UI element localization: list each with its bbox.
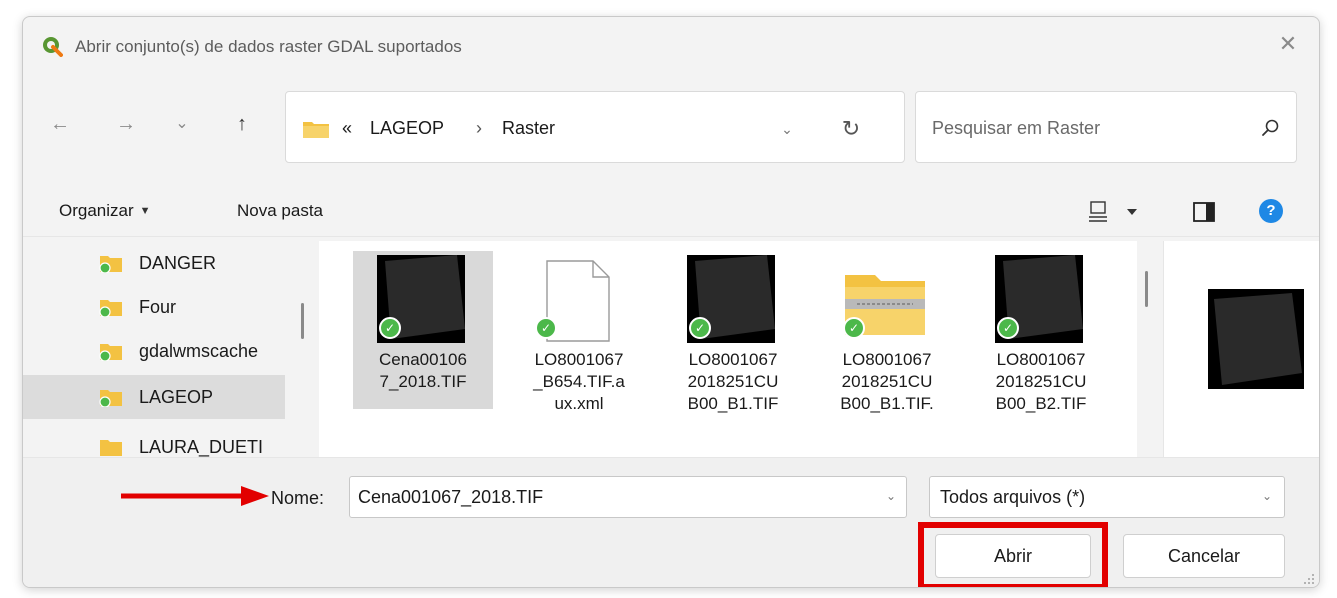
file-name: LO8001067 2018251CU B00_B2.TIF (995, 350, 1087, 413)
chevron-down-icon[interactable]: ⌄ (1262, 489, 1272, 503)
refresh-button[interactable]: ↻ (838, 116, 864, 142)
preview-pane-button[interactable] (1191, 199, 1217, 225)
file-list[interactable]: ✓ Cena00106 7_2018.TIF ✓ LO8001067 _B654… (319, 241, 1137, 457)
command-toolbar: Organizar ▼ Nova pasta ? (23, 187, 1319, 237)
filename-label: Nome: (271, 488, 325, 508)
sidebar-item-label: gdalwmscache (139, 341, 259, 361)
synced-folder-icon (99, 344, 122, 361)
up-arrow-icon: ↑ (237, 113, 247, 135)
file-item[interactable]: ✓ LO8001067 _B654.TIF.a ux.xml (509, 251, 649, 457)
sidebar-item-four[interactable]: Four (23, 285, 285, 329)
forward-button[interactable]: → (113, 111, 139, 137)
folder-icon (303, 122, 329, 138)
window-title: Abrir conjunto(s) de dados raster GDAL s… (75, 37, 462, 56)
synced-check-icon: ✓ (379, 317, 401, 339)
red-highlight-annotation (918, 522, 1108, 587)
back-button[interactable]: ← (47, 111, 73, 137)
preview-pane (1163, 241, 1319, 457)
breadcrumb-separator: › (476, 118, 482, 138)
synced-check-icon: ✓ (535, 317, 557, 339)
synced-check-icon: ✓ (997, 317, 1019, 339)
close-button[interactable]: ✕ (1275, 31, 1301, 57)
synced-folder-icon (99, 300, 122, 317)
sidebar-item-lageop[interactable]: LAGEOP (23, 375, 285, 419)
help-icon: ? (1266, 202, 1276, 219)
navigation-bar: ← → ⌄ ↑ « LAGEOP › Raster ⌄ ↻ Pesquisar … (23, 85, 1319, 163)
new-folder-button[interactable]: Nova pasta (237, 201, 323, 221)
close-icon: ✕ (1278, 31, 1298, 56)
filename-value: Cena001067_2018.TIF (358, 487, 544, 507)
organize-label: Organizar (59, 201, 134, 220)
change-view-button[interactable] (1087, 199, 1147, 225)
file-item[interactable]: ✓ LO8001067 2018251CU B00_B1.TIF (663, 251, 803, 457)
sidebar-item-label: LAURA_DUETI (139, 437, 264, 457)
synced-folder-icon (99, 256, 122, 273)
address-bar[interactable]: « LAGEOP › Raster ⌄ ↻ (285, 91, 905, 163)
breadcrumb-lageop[interactable]: LAGEOP (370, 118, 444, 139)
sidebar-item-danger[interactable]: DANGER (23, 241, 285, 285)
raster-preview-image (1208, 289, 1304, 389)
file-item[interactable]: ✓ Cena00106 7_2018.TIF (353, 251, 493, 457)
breadcrumb-prefix[interactable]: « (342, 118, 352, 139)
up-button[interactable]: ↑ (229, 111, 255, 137)
resize-grip-icon[interactable] (1301, 571, 1315, 585)
file-list-scrollbar[interactable] (1145, 271, 1148, 307)
address-dropdown-button[interactable]: ⌄ (776, 118, 798, 140)
title-bar: Abrir conjunto(s) de dados raster GDAL s… (23, 17, 1319, 75)
browser-content: DANGER Four gdalwmscache LAGEOP LAURA_DU… (23, 241, 1319, 457)
qgis-logo-icon (43, 37, 63, 57)
synced-check-icon: ✓ (843, 317, 865, 339)
help-button[interactable]: ? (1259, 199, 1283, 223)
filename-input[interactable]: Cena001067_2018.TIF ⌄ (349, 476, 907, 518)
synced-folder-icon (99, 390, 122, 407)
red-arrow-annotation (121, 486, 269, 506)
open-raster-dialog: Abrir conjunto(s) de dados raster GDAL s… (22, 16, 1320, 588)
chevron-down-icon[interactable]: ⌄ (886, 489, 896, 503)
sidebar-item-label: Four (139, 297, 177, 317)
file-type-select[interactable]: Todos arquivos (*) ⌄ (929, 476, 1285, 518)
sidebar-item-laura-dueti[interactable]: LAURA_DUETI (23, 425, 285, 457)
file-name: LO8001067 2018251CU B00_B1.TIF. (840, 350, 934, 413)
navigation-pane[interactable]: DANGER Four gdalwmscache LAGEOP LAURA_DU… (23, 241, 295, 457)
file-name: LO8001067 _B654.TIF.a ux.xml (533, 350, 625, 413)
dialog-footer: Nome: Cena001067_2018.TIF ⌄ Todos arquiv… (23, 457, 1319, 587)
refresh-icon: ↻ (841, 116, 861, 141)
file-type-value: Todos arquivos (*) (940, 487, 1086, 507)
caret-down-icon: ▼ (139, 205, 151, 217)
folder-icon (100, 440, 122, 456)
breadcrumb-raster[interactable]: Raster (502, 118, 555, 139)
file-name: LO8001067 2018251CU B00_B1.TIF (687, 350, 779, 413)
chevron-down-icon: ⌄ (781, 121, 793, 137)
search-placeholder: Pesquisar em Raster (932, 118, 1101, 138)
recent-locations-button[interactable]: ⌄ (169, 111, 195, 137)
sidebar-item-label: LAGEOP (139, 387, 214, 407)
back-arrow-icon: ← (50, 113, 70, 135)
forward-arrow-icon: → (116, 113, 136, 135)
sidebar-item-gdalwmscache[interactable]: gdalwmscache (23, 329, 285, 373)
file-item[interactable]: ✓ LO8001067 2018251CU B00_B1.TIF. (817, 251, 957, 457)
sidebar-item-label: DANGER (139, 253, 217, 273)
new-folder-label: Nova pasta (237, 201, 323, 220)
search-icon[interactable] (1258, 116, 1282, 140)
search-input[interactable]: Pesquisar em Raster (915, 91, 1297, 163)
cancel-button[interactable]: Cancelar (1123, 534, 1285, 578)
organize-button[interactable]: Organizar ▼ (59, 201, 151, 221)
synced-check-icon: ✓ (689, 317, 711, 339)
file-name: Cena00106 7_2018.TIF (379, 350, 467, 391)
chevron-down-icon: ⌄ (175, 115, 189, 132)
navigation-scrollbar[interactable] (301, 303, 304, 339)
file-item[interactable]: ✓ LO8001067 2018251CU B00_B2.TIF (971, 251, 1111, 457)
